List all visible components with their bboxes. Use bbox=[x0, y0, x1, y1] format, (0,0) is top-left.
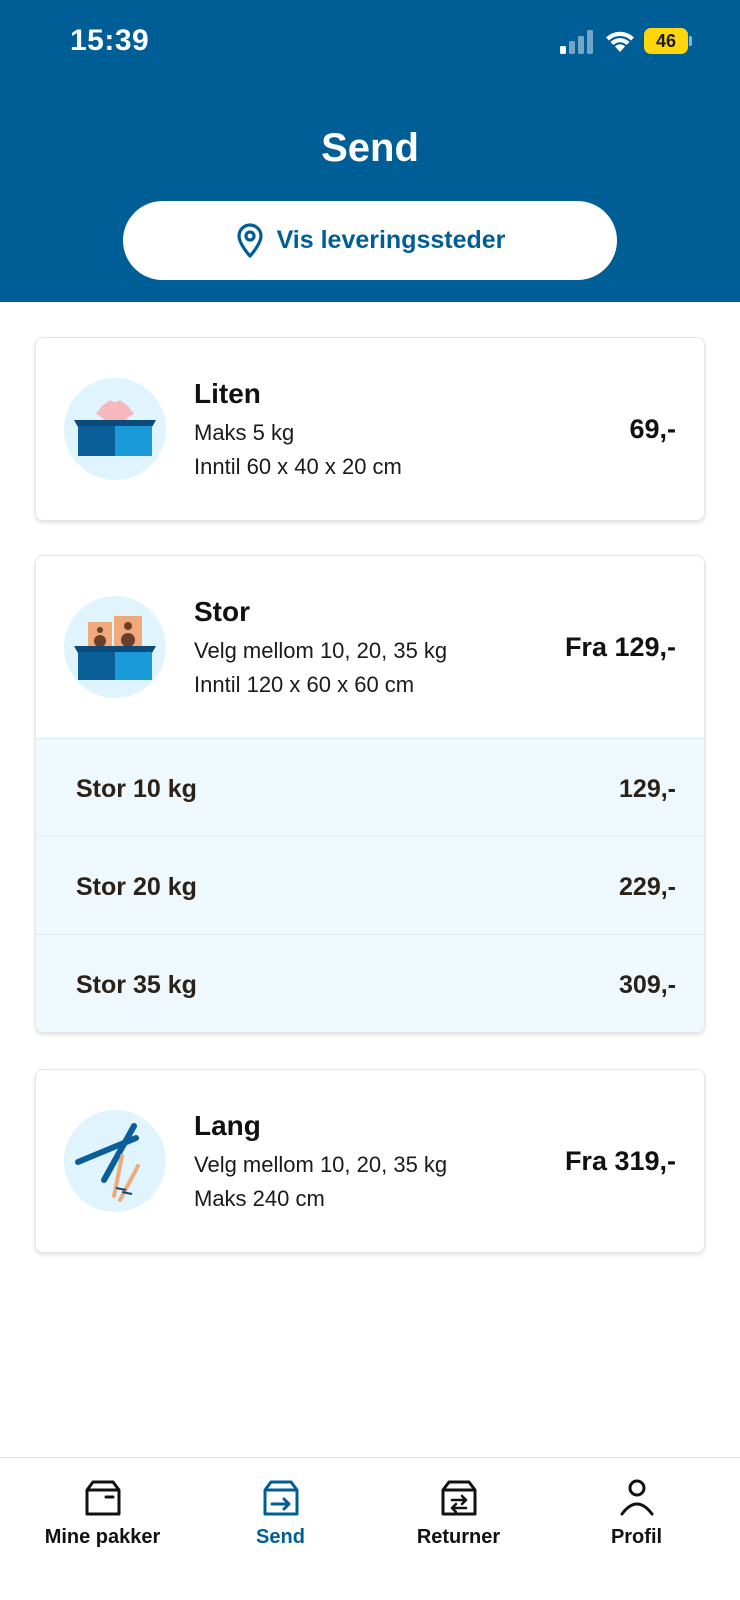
option-row-stor-20kg[interactable]: Stor 20 kg 229,- bbox=[36, 836, 704, 934]
package-card-long[interactable]: Lang Velg mellom 10, 20, 35 kg Maks 240 … bbox=[35, 1069, 705, 1253]
package-card-large: Stor Velg mellom 10, 20, 35 kg Inntil 12… bbox=[35, 555, 705, 1033]
battery-icon: 46 bbox=[644, 28, 692, 54]
option-label: Stor 10 kg bbox=[76, 775, 197, 803]
status-time: 15:39 bbox=[70, 24, 150, 57]
tab-returner[interactable]: Returner bbox=[366, 1468, 551, 1568]
option-label: Stor 35 kg bbox=[76, 971, 197, 999]
option-label: Stor 20 kg bbox=[76, 873, 197, 901]
option-price: 129,- bbox=[619, 775, 676, 803]
show-locations-label: Vis leveringssteder bbox=[276, 226, 506, 254]
package-price: Fra 129,- bbox=[564, 632, 676, 662]
header: 15:39 46 Send Vis leveringssteder bbox=[0, 0, 740, 302]
package-dimensions: Inntil 120 x 60 x 60 cm bbox=[194, 672, 415, 697]
package-weight: Velg mellom 10, 20, 35 kg bbox=[194, 638, 448, 663]
option-price: 309,- bbox=[619, 971, 676, 999]
battery-level: 46 bbox=[644, 28, 688, 54]
package-title: Liten bbox=[194, 378, 261, 409]
return-package-icon bbox=[441, 1480, 477, 1516]
wifi-icon bbox=[606, 31, 634, 52]
package-card-large-main[interactable]: Stor Velg mellom 10, 20, 35 kg Inntil 12… bbox=[36, 556, 704, 738]
package-card-small[interactable]: Liten Maks 5 kg Inntil 60 x 40 x 20 cm 6… bbox=[35, 337, 705, 521]
option-row-stor-35kg[interactable]: Stor 35 kg 309,- bbox=[36, 934, 704, 1032]
box-with-shirt-icon bbox=[64, 378, 166, 480]
show-locations-button[interactable]: Vis leveringssteder bbox=[123, 201, 617, 280]
skis-and-poles-icon bbox=[64, 1110, 166, 1212]
tab-label: Returner bbox=[416, 1526, 501, 1548]
page-title: Send bbox=[321, 126, 419, 170]
package-dimensions: Maks 240 cm bbox=[194, 1186, 325, 1211]
tab-label: Send bbox=[256, 1526, 305, 1548]
package-weight: Maks 5 kg bbox=[194, 420, 295, 445]
package-title: Lang bbox=[194, 1110, 261, 1141]
map-pin-icon bbox=[236, 222, 263, 258]
package-price: 69,- bbox=[629, 414, 676, 444]
tab-bar: Mine pakker Send Returner Profil bbox=[0, 1457, 740, 1600]
package-price: Fra 319,- bbox=[564, 1146, 676, 1176]
package-icon bbox=[85, 1480, 121, 1516]
option-row-stor-10kg[interactable]: Stor 10 kg 129,- bbox=[36, 738, 704, 836]
box-with-speakers-icon bbox=[64, 596, 166, 698]
package-card-small-main[interactable]: Liten Maks 5 kg Inntil 60 x 40 x 20 cm 6… bbox=[36, 338, 704, 520]
send-package-icon bbox=[263, 1480, 299, 1516]
status-bar: 15:39 46 bbox=[0, 0, 740, 84]
package-dimensions: Inntil 60 x 40 x 20 cm bbox=[194, 454, 402, 479]
person-icon bbox=[620, 1479, 654, 1516]
tab-label: Mine pakker bbox=[44, 1526, 161, 1548]
package-card-long-main[interactable]: Lang Velg mellom 10, 20, 35 kg Maks 240 … bbox=[36, 1070, 704, 1252]
tab-profil[interactable]: Profil bbox=[544, 1468, 729, 1568]
cellular-signal-icon bbox=[560, 30, 593, 54]
tab-send[interactable]: Send bbox=[188, 1468, 373, 1568]
tab-mine-pakker[interactable]: Mine pakker bbox=[10, 1468, 195, 1568]
package-weight: Velg mellom 10, 20, 35 kg bbox=[194, 1152, 448, 1177]
option-price: 229,- bbox=[619, 873, 676, 901]
package-title: Stor bbox=[194, 596, 250, 627]
tab-label: Profil bbox=[610, 1526, 663, 1548]
